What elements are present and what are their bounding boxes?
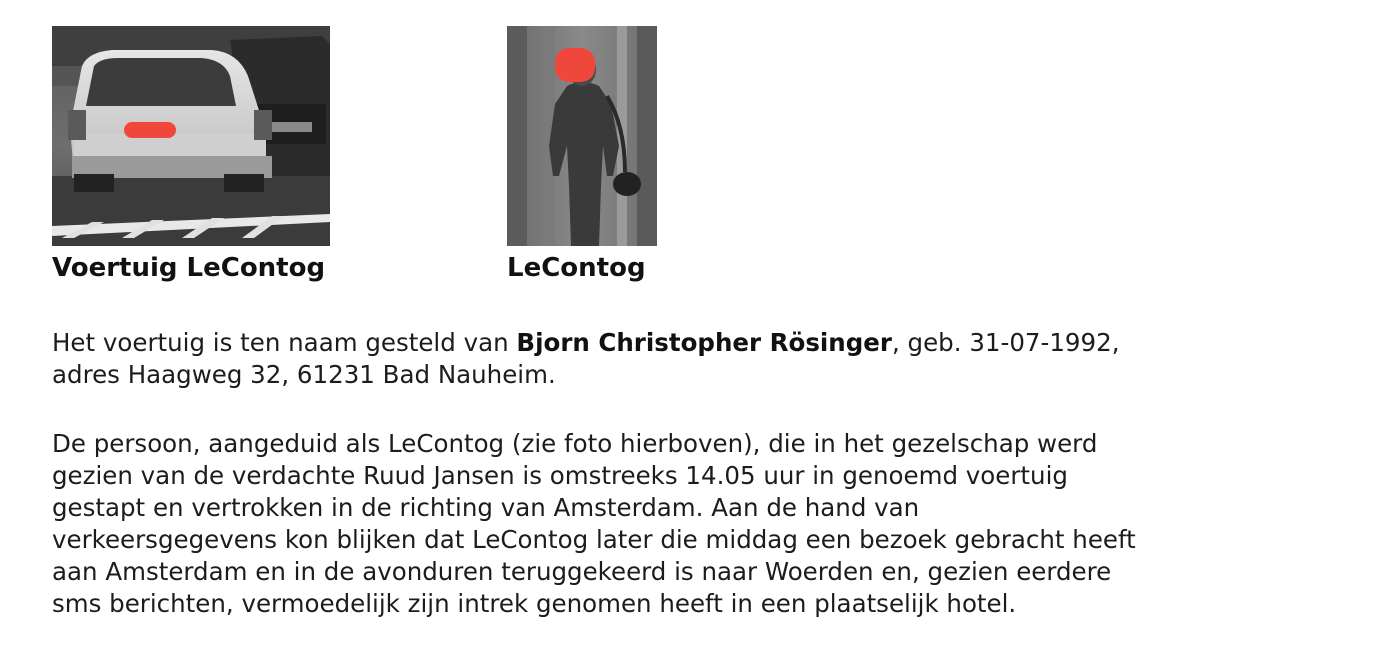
owner-prefix: Het voertuig is ten naam gesteld van (52, 328, 517, 357)
person-photo-caption: LeContog (507, 253, 646, 283)
movement-line: gezien van de verdachte Ruud Jansen is o… (52, 461, 1068, 490)
person-photo-block: LeContog (507, 26, 657, 284)
movement-paragraph: De persoon, aangeduid als LeContog (zie … (52, 428, 1352, 620)
owner-name: Bjorn Christopher Rösinger (516, 328, 892, 357)
owner-address-line: adres Haagweg 32, 61231 Bad Nauheim. (52, 360, 556, 389)
movement-line: De persoon, aangeduid als LeContog (zie … (52, 429, 1098, 458)
face-redaction-mark (555, 48, 595, 82)
vehicle-photo-caption: Voertuig LeContog (52, 253, 326, 283)
movement-line: verkeersgegevens kon blijken dat LeConto… (52, 525, 1136, 554)
owner-paragraph: Het voertuig is ten naam gesteld van Bjo… (52, 327, 1352, 391)
owner-suffix: , geb. 31-07-1992, (891, 328, 1120, 357)
movement-line: sms berichten, vermoedelijk zijn intrek … (52, 589, 1017, 618)
movement-line: gestapt en vertrokken in de richting van… (52, 493, 920, 522)
plate-redaction-mark (124, 122, 176, 138)
vehicle-photo (52, 26, 330, 246)
owner-line-1: Het voertuig is ten naam gesteld van Bjo… (52, 327, 1352, 359)
person-photo (507, 26, 657, 246)
movement-line: aan Amsterdam en in de avonduren terugge… (52, 557, 1112, 586)
vehicle-photo-block: Voertuig LeContog (52, 26, 330, 284)
vehicle-photo-image (52, 26, 330, 246)
person-photo-image (507, 26, 657, 246)
